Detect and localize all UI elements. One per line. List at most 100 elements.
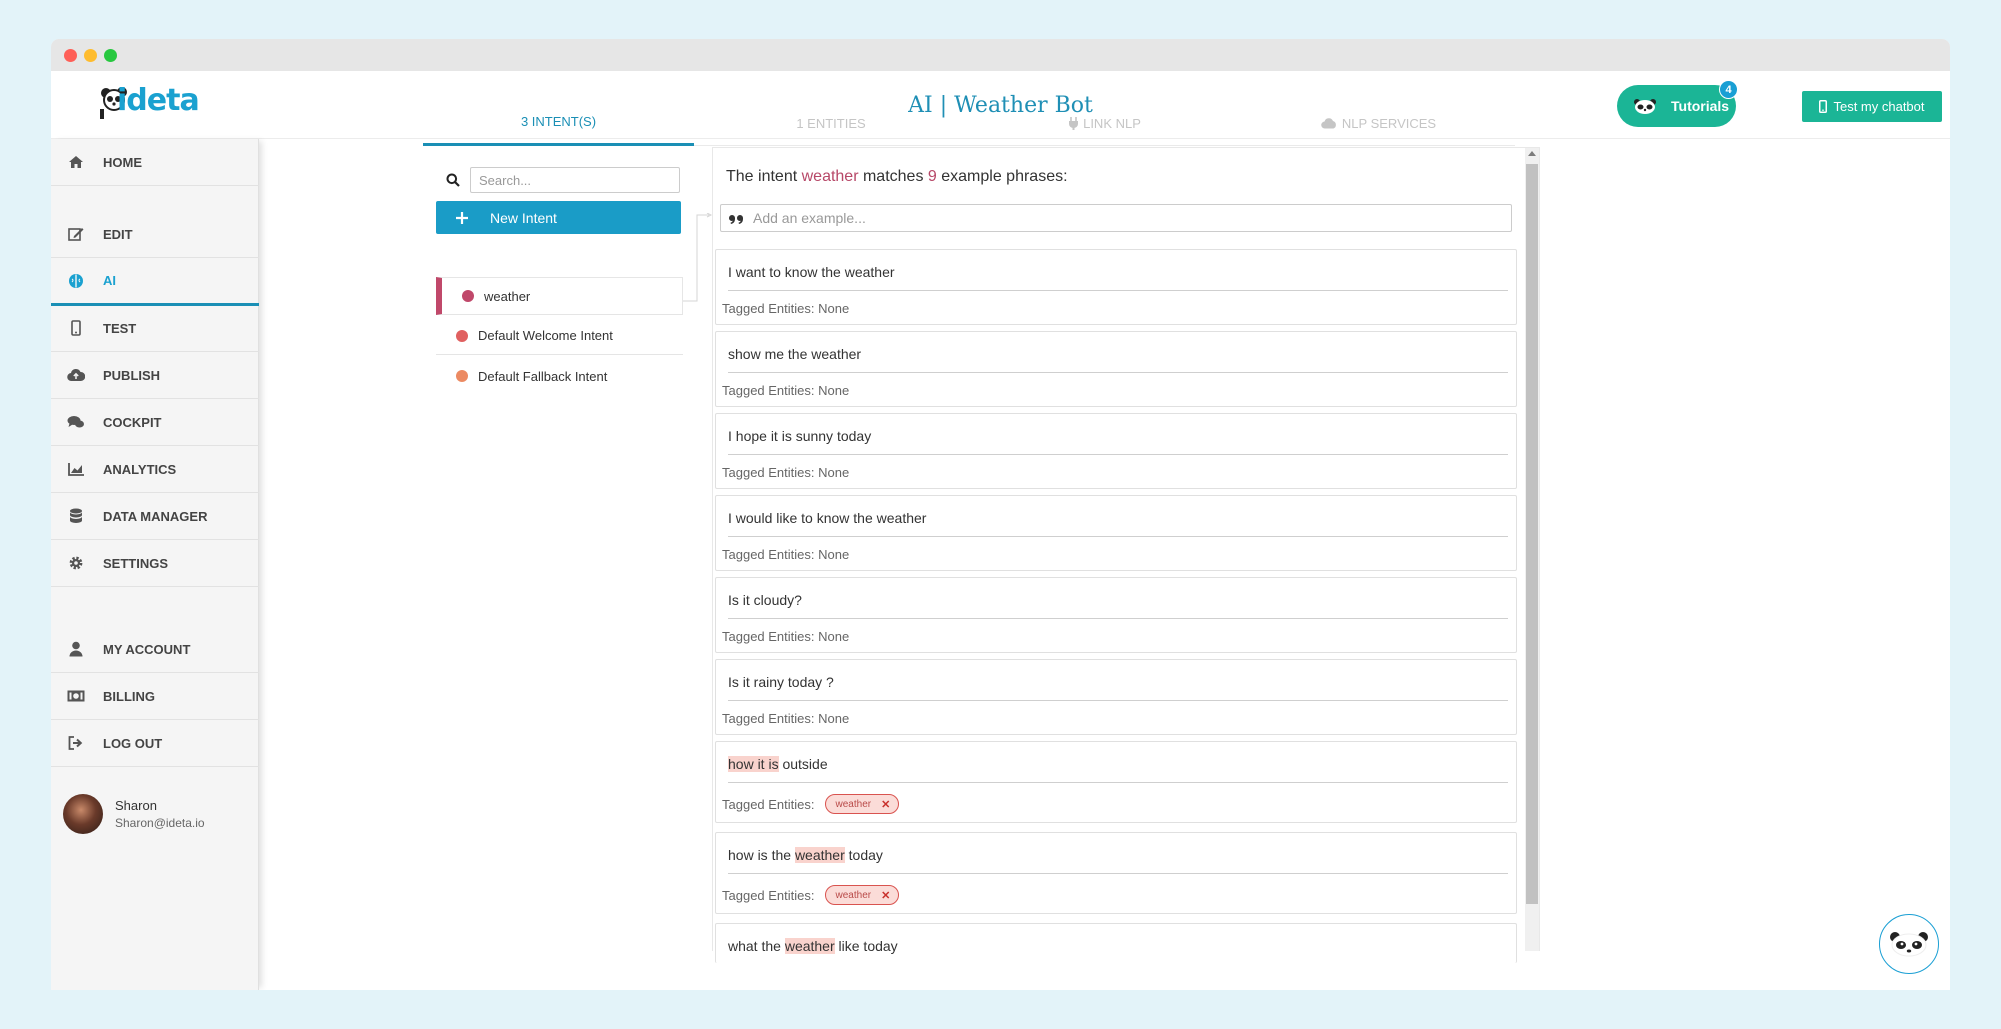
user-profile[interactable]: Sharon Sharon@ideta.io bbox=[63, 794, 205, 834]
brain-icon bbox=[67, 272, 85, 290]
sidebar-item-label: ANALYTICS bbox=[103, 461, 177, 477]
example-phrase-card[interactable]: I want to know the weather Tagged Entiti… bbox=[715, 249, 1517, 325]
sidebar-item-log-out[interactable]: LOG OUT bbox=[51, 720, 259, 767]
example-phrase-card[interactable]: what the weather like today bbox=[715, 923, 1517, 963]
remove-entity-icon[interactable]: ✕ bbox=[881, 798, 890, 811]
example-phrase-card[interactable]: how is the weather today Tagged Entities… bbox=[715, 832, 1517, 914]
intent-item-weather[interactable]: weather bbox=[436, 277, 683, 315]
example-phrase-card[interactable]: I hope it is sunny today Tagged Entities… bbox=[715, 413, 1517, 489]
tagged-none: None bbox=[818, 383, 850, 398]
example-phrase-text[interactable]: show me the weather bbox=[728, 346, 1508, 373]
phrase-text-after: like today bbox=[834, 938, 898, 954]
tab-label: LINK NLP bbox=[1083, 115, 1141, 131]
detail-scrollbar[interactable] bbox=[1525, 148, 1539, 951]
quote-icon bbox=[729, 213, 743, 224]
example-phrase-text[interactable]: I hope it is sunny today bbox=[728, 428, 1508, 455]
example-phrase-text[interactable]: what the weather like today bbox=[728, 938, 1508, 964]
sidebar-item-label: LOG OUT bbox=[103, 735, 163, 751]
intent-item-default-welcome[interactable]: Default Welcome Intent bbox=[436, 317, 683, 355]
sidebar-item-test[interactable]: TEST bbox=[51, 305, 259, 352]
tab-label: NLP SERVICES bbox=[1341, 115, 1437, 131]
sidebar-item-label: COCKPIT bbox=[103, 414, 162, 430]
tab-nlp-services[interactable]: NLP SERVICES bbox=[1242, 100, 1515, 146]
intent-name: Default Welcome Intent bbox=[478, 328, 613, 343]
scrollbar-thumb[interactable] bbox=[1526, 164, 1538, 904]
example-phrase-card[interactable]: I would like to know the weather Tagged … bbox=[715, 495, 1517, 571]
tagged-entities: Tagged Entities: None bbox=[722, 629, 849, 644]
tab-label: 1 ENTITIES bbox=[796, 115, 866, 131]
tutorials-button[interactable]: Tutorials 4 bbox=[1617, 80, 1738, 127]
intent-item-default-fallback[interactable]: Default Fallback Intent bbox=[436, 357, 683, 395]
minimize-window-button[interactable] bbox=[84, 49, 97, 62]
sidebar-item-edit[interactable]: EDIT bbox=[51, 211, 259, 258]
tagged-entities: Tagged Entities: None bbox=[722, 465, 849, 480]
remove-entity-icon[interactable]: ✕ bbox=[881, 889, 890, 902]
example-phrase-card[interactable]: how it is outside Tagged Entities: weath… bbox=[715, 741, 1517, 823]
plus-icon bbox=[456, 211, 468, 224]
tagged-label: Tagged Entities: bbox=[722, 711, 815, 726]
example-phrase-text[interactable]: Is it cloudy? bbox=[728, 592, 1508, 619]
tab-entities[interactable]: 1 ENTITIES bbox=[694, 100, 968, 146]
intent-matches-heading: The intent weather matches 9 example phr… bbox=[726, 168, 1068, 186]
add-example-input[interactable]: Add an example... bbox=[720, 204, 1512, 232]
chat-widget-button[interactable] bbox=[1879, 914, 1939, 974]
tagged-entities: Tagged Entities: None bbox=[722, 711, 849, 726]
mobile-icon bbox=[67, 319, 85, 337]
money-icon bbox=[67, 687, 85, 705]
sidebar-item-label: TEST bbox=[103, 320, 137, 336]
example-phrase-text[interactable]: I want to know the weather bbox=[728, 264, 1508, 291]
sidebar-item-settings[interactable]: SETTINGS bbox=[51, 540, 259, 587]
example-phrase-card[interactable]: Is it rainy today ? Tagged Entities: Non… bbox=[715, 659, 1517, 735]
sidebar-item-label: AI bbox=[103, 273, 116, 288]
user-email: Sharon@ideta.io bbox=[115, 816, 205, 830]
avatar bbox=[63, 794, 103, 834]
tagged-entity-span[interactable]: how it is bbox=[728, 756, 779, 772]
search-input[interactable] bbox=[470, 167, 680, 193]
intent-color-dot bbox=[456, 370, 468, 382]
close-window-button[interactable] bbox=[64, 49, 77, 62]
mobile-icon bbox=[1819, 100, 1828, 113]
tagged-none: None bbox=[818, 301, 850, 316]
matches-suffix: example phrases: bbox=[936, 168, 1068, 185]
database-icon bbox=[67, 507, 85, 525]
sidebar-item-publish[interactable]: PUBLISH bbox=[51, 352, 259, 399]
intent-name: Default Fallback Intent bbox=[478, 368, 608, 384]
tab-intents[interactable]: 3 INTENT(S) bbox=[423, 100, 694, 146]
new-intent-label: New Intent bbox=[490, 209, 557, 226]
example-phrase-text[interactable]: how is the weather today bbox=[728, 847, 1508, 874]
sidebar-item-my-account[interactable]: MY ACCOUNT bbox=[51, 626, 259, 673]
ai-tabs: 3 INTENT(S) 1 ENTITIES LINK NLP NLP SERV… bbox=[423, 100, 1515, 146]
example-phrase-card[interactable]: Is it cloudy? Tagged Entities: None bbox=[715, 577, 1517, 653]
tagged-label: Tagged Entities: bbox=[722, 383, 815, 398]
tagged-label: Tagged Entities: bbox=[722, 301, 815, 316]
scroll-up-arrow-icon[interactable] bbox=[1528, 151, 1536, 156]
user-name: Sharon bbox=[115, 798, 157, 813]
entity-chip: weather ✕ bbox=[824, 885, 900, 905]
sidebar-item-analytics[interactable]: ANALYTICS bbox=[51, 446, 259, 493]
window-titlebar bbox=[51, 39, 1950, 71]
panda-face-icon bbox=[1890, 932, 1928, 957]
tagged-entity-span[interactable]: weather bbox=[784, 938, 835, 954]
phrase-text-before: how is the bbox=[728, 847, 795, 863]
tagged-none: None bbox=[818, 547, 850, 562]
maximize-window-button[interactable] bbox=[104, 49, 117, 62]
intent-name: weather bbox=[484, 288, 531, 304]
sidebar-item-ai[interactable]: AI bbox=[51, 258, 259, 306]
tagged-entities: Tagged Entities: weather ✕ bbox=[722, 885, 900, 905]
sidebar-item-label: SETTINGS bbox=[103, 555, 169, 571]
sidebar-item-data-manager[interactable]: DATA MANAGER bbox=[51, 493, 259, 540]
test-chatbot-button[interactable]: Test my chatbot bbox=[1802, 91, 1942, 122]
example-phrase-card[interactable]: show me the weather Tagged Entities: Non… bbox=[715, 331, 1517, 407]
example-phrase-text[interactable]: Is it rainy today ? bbox=[728, 674, 1508, 701]
tagged-entity-span[interactable]: weather bbox=[794, 847, 845, 863]
sidebar-item-cockpit[interactable]: COCKPIT bbox=[51, 399, 259, 446]
sidebar-item-home[interactable]: HOME bbox=[51, 139, 259, 186]
new-intent-button[interactable]: New Intent bbox=[436, 201, 681, 234]
gear-icon bbox=[67, 554, 85, 572]
sidebar-item-billing[interactable]: BILLING bbox=[51, 673, 259, 720]
example-phrase-text[interactable]: I would like to know the weather bbox=[728, 510, 1508, 537]
tab-link-nlp[interactable]: LINK NLP bbox=[968, 100, 1242, 146]
tutorials-count-badge: 4 bbox=[1719, 80, 1738, 99]
tab-label: 3 INTENT(S) bbox=[520, 114, 597, 129]
example-phrase-text[interactable]: how it is outside bbox=[728, 756, 1508, 783]
